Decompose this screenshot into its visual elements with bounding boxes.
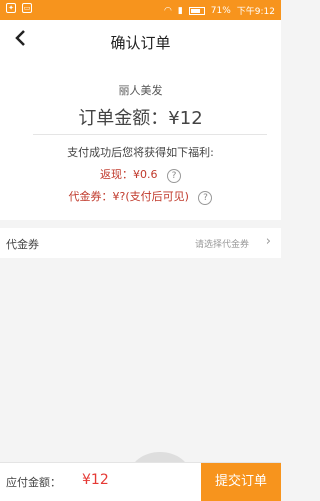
order-amount: 订单金额：¥12 <box>78 108 203 129</box>
benefit-heading: 支付成功后您将获得如下福利: <box>67 146 214 159</box>
nav-header: 确认订单 <box>0 20 281 64</box>
status-icons-left: ✦ ▭ <box>6 3 32 13</box>
status-bar: ✦ ▭ ◠ ▮ 71% 下午9:12 <box>0 0 281 20</box>
coupon-placeholder: 请选择代金券 <box>194 240 249 250</box>
voucher-label: 代金券：¥?(支付后可见) <box>68 190 189 203</box>
payable-value: ¥12 <box>82 472 109 488</box>
chevron-right-icon: › <box>265 234 271 249</box>
page-title: 确认订单 <box>110 34 171 52</box>
status-icons-right: ◠ ▮ 71% 下午9:12 <box>163 4 275 18</box>
wifi-icon: ◠ <box>163 5 172 16</box>
image-icon: ▭ <box>22 3 32 13</box>
clock: 下午9:12 <box>236 7 275 17</box>
coupon-label: 代金券 <box>6 238 39 251</box>
signal-icon: ▮ <box>177 5 183 16</box>
submit-order-button[interactable]: 提交订单 <box>201 463 281 501</box>
cashback-row: 返现：¥0.6 ? <box>0 166 281 183</box>
payable-label: 应付金额： <box>6 476 61 489</box>
voucher-help-icon[interactable]: ? <box>198 191 213 205</box>
notification-icon: ✦ <box>6 3 16 13</box>
battery-percent: 71% <box>210 5 231 16</box>
battery-icon <box>188 6 205 15</box>
divider <box>33 134 267 135</box>
payment-footer: 应付金额： ¥12 提交订单 <box>0 462 281 501</box>
voucher-row: 代金券：¥?(支付后可见) ? <box>0 188 281 205</box>
cashback-label: 返现：¥0.6 <box>100 168 158 181</box>
cashback-help-icon[interactable]: ? <box>167 169 181 183</box>
coupon-selector[interactable]: 代金券 请选择代金券 › <box>0 228 281 258</box>
order-summary-card: 丽人美发 订单金额：¥12 支付成功后您将获得如下福利: 返现：¥0.6 ? 代… <box>0 64 281 220</box>
shop-name: 丽人美发 <box>118 84 163 97</box>
